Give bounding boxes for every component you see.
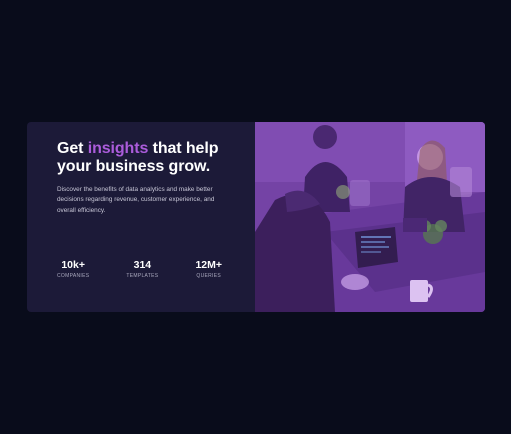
stat-templates: 314 TEMPLATES <box>126 259 158 279</box>
stats-preview-card: Get insights that help your business gro… <box>27 122 485 312</box>
stat-value: 10k+ <box>61 259 85 271</box>
headline: Get insights that help your business gro… <box>57 140 255 176</box>
stat-label: TEMPLATES <box>126 273 159 279</box>
stat-queries: 12M+ QUERIES <box>195 259 222 279</box>
stat-label: COMPANIES <box>57 273 90 279</box>
stat-companies: 10k+ COMPANIES <box>57 259 89 279</box>
stat-value: 12M+ <box>195 259 222 271</box>
stats-row: 10k+ COMPANIES 314 TEMPLATES 12M+ QUERIE… <box>57 259 222 279</box>
description: Discover the benefits of data analytics … <box>57 186 215 214</box>
card-content: Get insights that help your business gro… <box>27 122 255 312</box>
stat-value: 314 <box>133 259 152 271</box>
stat-label: QUERIES <box>196 273 222 279</box>
office-team-photo-illustration <box>255 122 485 312</box>
headline-pre: Get <box>57 140 88 157</box>
headline-accent: insights <box>87 140 149 157</box>
office-team-image <box>255 122 485 312</box>
